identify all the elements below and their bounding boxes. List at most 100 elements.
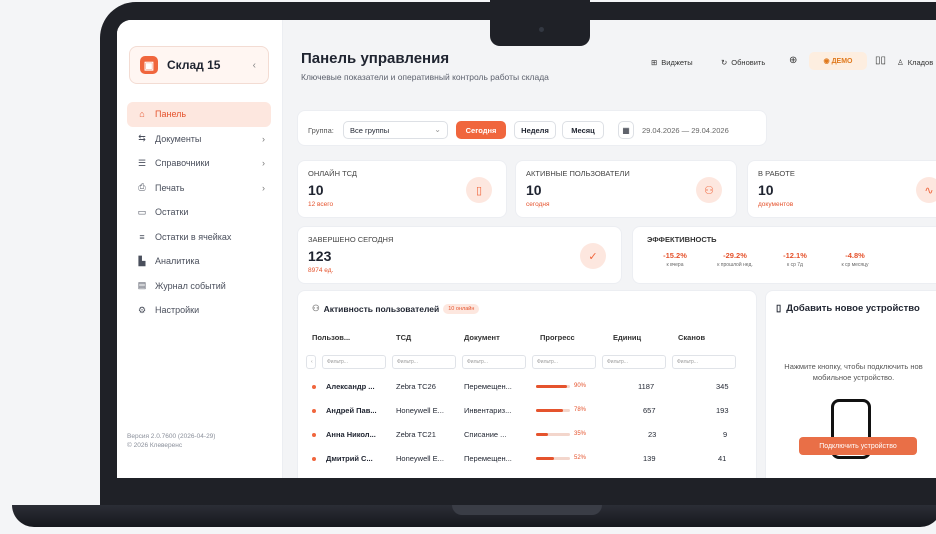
documents-icon: ⇆ [138, 133, 146, 144]
sidebar-item-analytics[interactable]: ▙ Аналитика [127, 249, 271, 274]
progress-fill [536, 409, 563, 412]
filter-document[interactable]: Фильтр... [462, 355, 526, 369]
col-document[interactable]: Документ [464, 333, 500, 342]
calendar-icon[interactable]: ▦ [618, 121, 634, 139]
cell-user: Александр ... [326, 382, 375, 391]
warehouse-switcher[interactable]: ▣ Склад 15 ‹ [129, 46, 269, 84]
chevron-right-icon: › [262, 182, 265, 193]
period-month-button[interactable]: Месяц [562, 121, 604, 139]
chevron-right-icon: › [262, 133, 265, 144]
kpi-sub: документов [758, 201, 794, 208]
efficiency-value: -29.2% [723, 251, 747, 260]
cell-scans: 345 [716, 382, 729, 391]
filter-scans[interactable]: Фильтр... [672, 355, 736, 369]
sidebar-item-label: Настройки [155, 305, 200, 316]
warehouse-name: Склад 15 [167, 58, 221, 72]
cell-device: Zebra TC26 [396, 382, 436, 391]
filter-user[interactable]: Фильтр... [322, 355, 386, 369]
demo-badge[interactable]: ◉ ДЕМО [809, 52, 867, 70]
kpi-value: 10 [308, 182, 324, 198]
gear-icon: ⚙ [137, 304, 147, 315]
filter-units[interactable]: Фильтр... [602, 355, 666, 369]
group-select[interactable]: Все группы ⌄ [343, 121, 448, 139]
cell-document: Перемещен... [464, 454, 512, 463]
col-progress[interactable]: Прогресс [540, 333, 575, 342]
table-row[interactable]: Александр ... Zebra TC26 Перемещен... 90… [298, 375, 738, 399]
user-menu[interactable]: ♙ Кладов [897, 58, 933, 67]
kpi-done-card: ЗАВЕРШЕНО СЕГОДНЯ 123 8974 ед. ✓ [297, 226, 622, 284]
filter-bar: Группа: Все группы ⌄ Сегодня Неделя Месяц… [297, 110, 767, 146]
warehouse-logo-icon: ▣ [140, 56, 158, 74]
sidebar-item-label: Остатки в ячейках [155, 231, 232, 242]
efficiency-item: -12.1% к ср 7д [765, 251, 825, 268]
camera-notch [490, 0, 590, 46]
col-device[interactable]: ТСД [396, 333, 411, 342]
grid-icon: ⊞ [651, 58, 658, 67]
cell-document: Перемещен... [464, 382, 512, 391]
kpi-active-card: АКТИВНЫЕ ПОЛЬЗОВАТЕЛИ 10 сегодня ⚇ [515, 160, 737, 218]
cell-scans: 193 [716, 406, 729, 415]
sidebar-item-journal[interactable]: ▤ Журнал событий [127, 274, 271, 299]
refresh-button[interactable]: ↻ Обновить [721, 58, 765, 67]
progress-bar [536, 457, 570, 460]
filter-device[interactable]: Фильтр... [392, 355, 456, 369]
page-title: Панель управления [301, 50, 450, 67]
col-user[interactable]: Пользов... [312, 333, 350, 342]
activity-icon: ∿ [916, 177, 936, 203]
refresh-label: Обновить [731, 58, 766, 67]
kpi-sub: 12 всего [308, 201, 334, 208]
sidebar-item-references[interactable]: ☰ Справочники › [127, 151, 271, 176]
online-dot [312, 409, 316, 413]
sidebar-item-documents[interactable]: ⇆ Документы › [127, 127, 271, 152]
kpi-online-card: ОНЛАЙН ТСД 10 12 всего ▯ [297, 160, 507, 218]
cell-units: 1187 [638, 382, 655, 391]
add-device-card: ▯ Добавить новое устройство Нажмите кнопк… [765, 290, 936, 478]
book-icon[interactable]: ▯▯ [875, 55, 886, 66]
filter-progress[interactable]: Фильтр... [532, 355, 596, 369]
kpi-value: 123 [308, 248, 332, 264]
cell-user: Андрей Пав... [326, 406, 377, 415]
cell-user: Анна Никол... [326, 430, 376, 439]
table-row[interactable]: Анна Никол... Zebra TC21 Списание ... 35… [298, 423, 738, 447]
progress-fill [536, 385, 567, 388]
group-label: Группа: [308, 126, 334, 135]
copyright-text: © 2026 Клеверенс [127, 442, 183, 449]
chevron-right-icon: › [262, 158, 265, 169]
screen: ▣ Склад 15 ‹ ⌂ Панель ⇆ Документы › ☰ Справо… [117, 20, 936, 478]
connect-device-button[interactable]: Подключить устройство [799, 437, 917, 455]
sidebar-item-print[interactable]: ⎙ Печать › [127, 176, 271, 201]
user-icon: ♙ [897, 58, 904, 67]
widgets-button[interactable]: ⊞ Виджеты [651, 58, 693, 67]
efficiency-value: -12.1% [783, 251, 807, 260]
user-activity-title: ⚇ Активность пользователей 10 онлайн [312, 303, 480, 314]
efficiency-label: к ср месяцу [841, 262, 869, 268]
user-activity-card: ⚇ Активность пользователей 10 онлайн Польз… [297, 290, 757, 478]
eye-icon: ◉ [823, 58, 832, 65]
table-row[interactable]: Андрей Пав... Honeywell E... Инвентариз.… [298, 399, 738, 423]
col-scans[interactable]: Сканов [678, 333, 705, 342]
kpi-label: АКТИВНЫЕ ПОЛЬЗОВАТЕЛИ [526, 169, 630, 178]
progress-fill [536, 457, 554, 460]
period-week-button[interactable]: Неделя [514, 121, 556, 139]
efficiency-label: к вчера [666, 262, 684, 268]
col-units[interactable]: Единиц [613, 333, 641, 342]
sidebar-item-cell-stock[interactable]: ≡ Остатки в ячейках [127, 225, 271, 250]
chevron-left-icon[interactable]: ‹ [253, 60, 256, 71]
kpi-value: 10 [758, 182, 774, 198]
period-today-button[interactable]: Сегодня [456, 121, 506, 139]
cell-scans: 9 [723, 430, 728, 439]
cell-device: Honeywell E... [396, 406, 444, 415]
chevron-left-icon[interactable]: ‹ [306, 355, 316, 369]
sidebar-item-stock[interactable]: ▭ Остатки [127, 200, 271, 225]
cell-units: 23 [648, 430, 657, 439]
sidebar-item-label: Справочники [155, 158, 210, 169]
efficiency-card: ЭФФЕКТИВНОСТЬ -15.2% к вчера -29.2% к прош… [632, 226, 936, 284]
add-device-label: Добавить новое устройство [786, 303, 920, 314]
sidebar: ▣ Склад 15 ‹ ⌂ Панель ⇆ Документы › ☰ Справо… [117, 20, 283, 478]
sidebar-item-settings[interactable]: ⚙ Настройки [127, 298, 271, 323]
user-name: Кладов [907, 58, 934, 67]
globe-icon[interactable]: ⊕ [789, 55, 797, 66]
progress-fill [536, 433, 548, 436]
sidebar-item-panel[interactable]: ⌂ Панель [127, 102, 271, 127]
table-row[interactable]: Дмитрий С... Honeywell E... Перемещен...… [298, 447, 738, 471]
